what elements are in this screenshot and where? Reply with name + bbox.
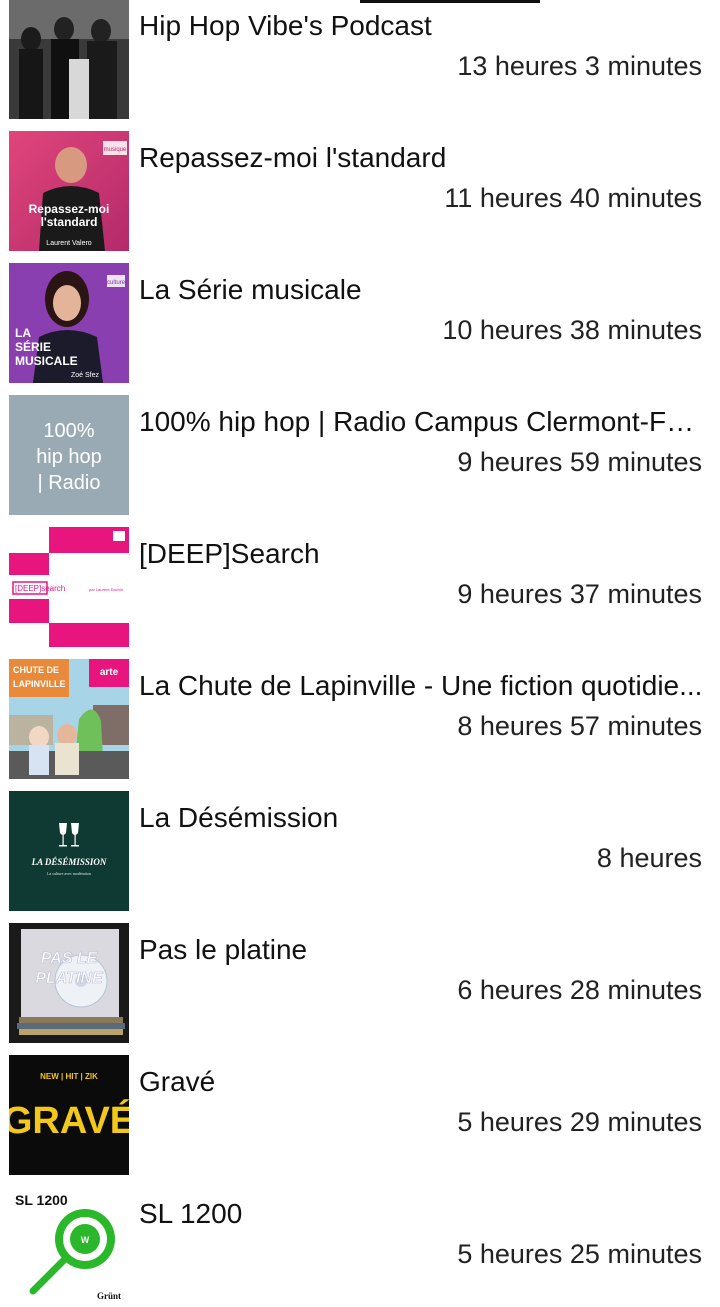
podcast-row[interactable]: PAS LE PLATINE Pas le platine 6 heures 2… <box>0 923 720 1043</box>
podcast-duration: 11 heures 40 minutes <box>444 183 702 213</box>
svg-text:La culture avec modération: La culture avec modération <box>47 871 91 876</box>
podcast-row[interactable]: CHUTE DE LAPINVILLE arte La Chute de Lap… <box>0 659 720 779</box>
podcast-duration: 10 heures 38 minutes <box>442 315 702 345</box>
cover-title-text: SL 1200 <box>15 1192 68 1208</box>
cover-brand-text: Grünt <box>97 1291 121 1301</box>
podcast-duration: 5 heures 29 minutes <box>457 1107 702 1137</box>
podcast-cover-repassez-moi: musique Repassez-moi l'standard Laurent … <box>9 131 129 251</box>
podcast-duration: 5 heures 25 minutes <box>457 1239 702 1269</box>
podcast-cover-pas-le-platine: PAS LE PLATINE <box>9 923 129 1043</box>
podcast-title: [DEEP]Search <box>139 538 320 569</box>
svg-text:Repassez-moi: Repassez-moi <box>29 202 110 216</box>
podcast-duration: 9 heures 37 minutes <box>457 579 702 609</box>
cover-author-text: Laurent Valero <box>46 240 92 247</box>
podcast-cover-deep-search: [DEEP]search par Laurent Dochin <box>9 527 129 647</box>
podcast-duration: 9 heures 59 minutes <box>457 447 702 477</box>
svg-text:100%: 100% <box>43 420 94 442</box>
cover-subtitle-text: NEW | HIT | ZIK <box>40 1072 98 1081</box>
svg-text:PLATINE: PLATINE <box>35 970 104 987</box>
svg-text:PAS LE: PAS LE <box>41 950 99 967</box>
svg-text:LA: LA <box>15 326 31 340</box>
podcast-row[interactable]: SL 1200 W Grünt SL 1200 5 heures 25 minu… <box>0 1187 720 1307</box>
cover-title-text: [DEEP]search <box>15 584 65 593</box>
podcast-cover-grave: NEW | HIT | ZIK GRAVÉ <box>9 1055 129 1175</box>
cover-title-text: GRAVÉ <box>9 1098 129 1142</box>
svg-text:| Radio: | Radio <box>37 472 100 494</box>
podcast-cover-desemission: LA DÉSÉMISSION La culture avec modératio… <box>9 791 129 911</box>
podcast-title: Pas le platine <box>139 934 308 965</box>
podcast-row[interactable]: LA DÉSÉMISSION La culture avec modératio… <box>0 791 720 911</box>
podcast-row[interactable]: 100% hip hop | Radio 100% hip hop | Radi… <box>0 395 720 515</box>
podcast-row[interactable]: musique Repassez-moi l'standard Laurent … <box>0 131 720 251</box>
svg-text:arte: arte <box>100 667 119 678</box>
svg-text:par Laurent Dochin: par Laurent Dochin <box>89 587 123 592</box>
cover-title-text: LA DÉSÉMISSION <box>31 857 107 867</box>
podcast-row[interactable]: Hip Hop Vibe's Podcast 13 heures 3 minut… <box>0 0 720 119</box>
cover-brand-text: culture <box>107 280 126 286</box>
podcast-title: Gravé <box>139 1066 216 1097</box>
podcast-title: La Chute de Lapinville - Une fiction quo… <box>139 670 703 701</box>
podcast-cover-hip-hop-vibe <box>9 0 129 119</box>
podcast-duration: 13 heures 3 minutes <box>457 51 702 81</box>
podcast-title: Repassez-moi l'standard <box>139 142 447 173</box>
svg-text:SÉRIE: SÉRIE <box>15 339 51 354</box>
svg-text:LAPINVILLE: LAPINVILLE <box>13 679 66 689</box>
podcast-cover-sl-1200: SL 1200 W Grünt <box>9 1187 129 1307</box>
podcast-duration: 8 heures 57 minutes <box>457 711 702 741</box>
podcast-cover-chute-lapinville: CHUTE DE LAPINVILLE arte <box>9 659 129 779</box>
podcast-duration: 6 heures 28 minutes <box>457 975 702 1005</box>
svg-text:MUSICALE: MUSICALE <box>15 354 78 368</box>
podcast-row[interactable]: NEW | HIT | ZIK GRAVÉ Gravé 5 heures 29 … <box>0 1055 720 1175</box>
svg-text:W: W <box>81 1235 90 1245</box>
podcast-title: La Désémission <box>139 802 339 833</box>
svg-text:CHUTE DE: CHUTE DE <box>13 665 59 675</box>
podcast-row[interactable]: [DEEP]search par Laurent Dochin [DEEP]Se… <box>0 527 720 647</box>
svg-text:l'standard: l'standard <box>41 215 98 229</box>
cover-author-text: Zoé Sfez <box>71 372 100 379</box>
podcast-duration: 8 heures <box>596 843 702 873</box>
podcast-title: 100% hip hop | Radio Campus Clermont-Fer… <box>139 406 705 437</box>
svg-text:hip hop: hip hop <box>36 446 102 468</box>
podcast-title: SL 1200 <box>139 1198 243 1229</box>
podcast-row[interactable]: culture LA SÉRIE MUSICALE Zoé Sfez La Sé… <box>0 263 720 383</box>
podcast-cover-serie-musicale: culture LA SÉRIE MUSICALE Zoé Sfez <box>9 263 129 383</box>
cover-brand-text: musique <box>104 147 127 153</box>
podcast-cover-100-hip-hop: 100% hip hop | Radio <box>9 395 129 515</box>
podcast-title: Hip Hop Vibe's Podcast <box>139 10 432 41</box>
podcast-title: La Série musicale <box>139 274 362 305</box>
